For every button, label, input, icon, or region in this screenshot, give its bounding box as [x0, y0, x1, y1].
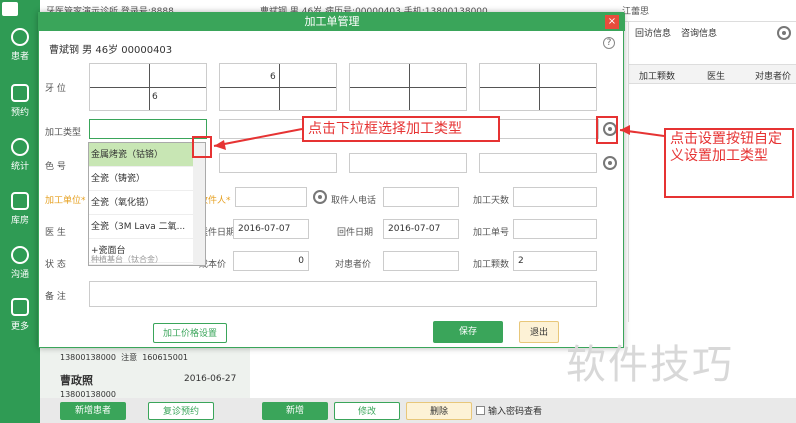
watermark: 软件技巧: [566, 342, 734, 388]
